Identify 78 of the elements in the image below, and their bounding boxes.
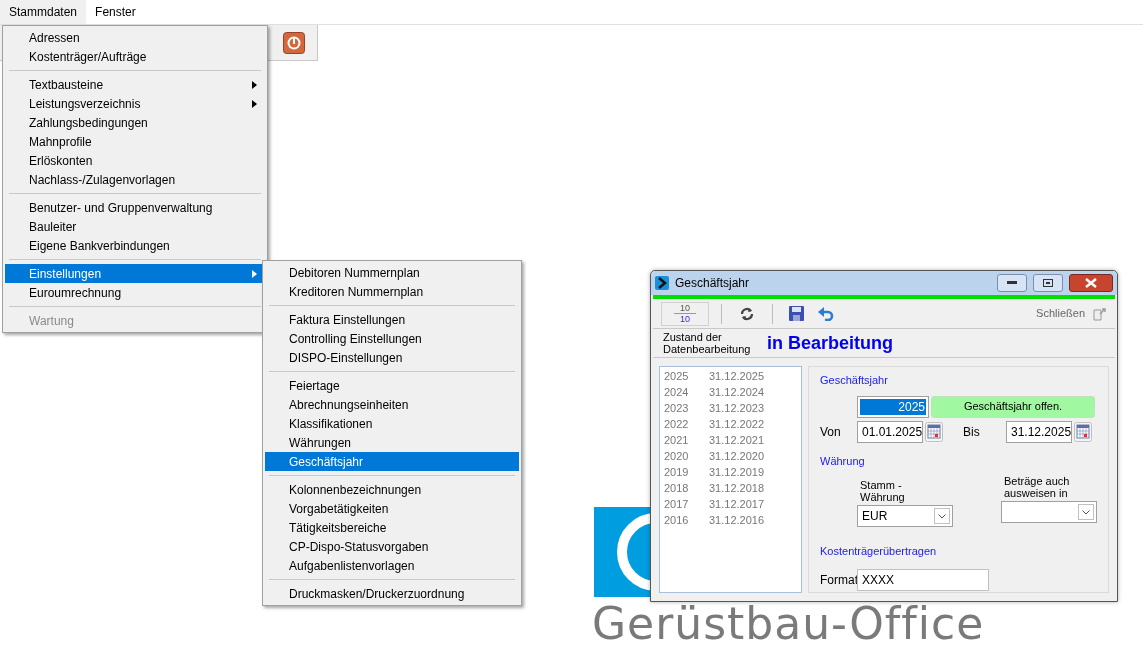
to-label: Bis	[963, 423, 981, 441]
format-field[interactable]: XXXX	[857, 568, 989, 591]
menu-item[interactable]: Abrechnungseinheiten	[265, 395, 519, 414]
close-button[interactable]	[1069, 274, 1113, 292]
menu-bar-item[interactable]: Fenster	[86, 0, 145, 24]
menu-item[interactable]: Zahlungsbedingungen	[5, 113, 265, 132]
field-label: Stamm - Währung	[859, 479, 906, 503]
calendar-icon[interactable]	[1074, 421, 1092, 442]
chevron-down-icon	[938, 513, 946, 519]
menu-item[interactable]: Leistungsverzeichnis	[5, 94, 265, 113]
year-list-row[interactable]: 2016 31.12.2016	[660, 512, 780, 528]
menu-item[interactable]: Tätigkeitsbereiche	[265, 518, 519, 537]
menu-item[interactable]: Klassifikationen	[265, 414, 519, 433]
menu-item[interactable]: Einstellungen	[5, 264, 265, 283]
year-status-badge: Geschäftsjahr offen.	[931, 395, 1095, 418]
menu-item[interactable]: Eigene Bankverbindungen	[5, 236, 265, 255]
menu-item[interactable]: Controlling Einstellungen	[265, 329, 519, 348]
format-label: Format	[820, 571, 857, 589]
menu-item[interactable]: Benutzer- und Gruppenverwaltung	[5, 198, 265, 217]
year-list-row[interactable]: 2018 31.12.2018	[660, 480, 780, 496]
close-text-button[interactable]: Schließen	[1036, 305, 1107, 322]
minimize-button[interactable]	[997, 274, 1027, 292]
menu-item[interactable]: DISPO-Einstellungen	[265, 348, 519, 367]
menu-item[interactable]: Kostenträger/Aufträge	[5, 47, 265, 66]
year-field[interactable]: 2025	[857, 395, 929, 418]
menu-item[interactable]: Erlöskonten	[5, 151, 265, 170]
section-heading: Geschäftsjahr	[820, 373, 889, 388]
year-list-row[interactable]: 2024 31.12.2024	[660, 384, 780, 400]
year-list-row[interactable]: 2017 31.12.2017	[660, 496, 780, 512]
logo-text: Gerüstbau-Office	[592, 598, 985, 650]
menu-item[interactable]: Vorgabetätigkeiten	[265, 499, 519, 518]
exit-icon	[1093, 306, 1107, 321]
menu-item[interactable]: Faktura Einstellungen	[265, 310, 519, 329]
year-list-row[interactable]: 2021 31.12.2021	[660, 432, 780, 448]
menu-item[interactable]: Debitoren Nummernplan	[265, 263, 519, 282]
maximize-button[interactable]	[1033, 274, 1063, 292]
menu-item[interactable]: Bauleiter	[5, 217, 265, 236]
menu-item[interactable]: Aufgabenlistenvorlagen	[265, 556, 519, 575]
dropdown-field[interactable]	[1001, 501, 1097, 523]
status-label: Zustand der Datenbearbeitung	[663, 331, 752, 355]
power-icon[interactable]	[283, 31, 305, 54]
menu-item[interactable]: Feiertage	[265, 376, 519, 395]
year-list-row[interactable]: 2019 31.12.2019	[660, 464, 780, 480]
menu-item[interactable]: Kreditoren Nummernplan	[265, 282, 519, 301]
minimize-icon	[1007, 281, 1017, 285]
menu-item[interactable]: Euroumrechnung	[5, 283, 265, 302]
record-counter: 10 10	[661, 301, 709, 326]
year-list-row[interactable]: 2022 31.12.2022	[660, 416, 780, 432]
date-field[interactable]: 01.01.2025	[857, 420, 923, 443]
field-label: Beträge auch ausweisen in	[1003, 475, 1071, 499]
date-field[interactable]: 31.12.2025	[1006, 420, 1072, 443]
window-title: Geschäftsjahr	[675, 275, 751, 292]
restore-icon	[1043, 279, 1053, 287]
menu-item[interactable]: CP-Dispo-Statusvorgaben	[265, 537, 519, 556]
save-icon[interactable]	[789, 306, 804, 321]
section-heading: Kostenträgerübertragen	[820, 544, 938, 559]
year-list-row[interactable]: 2020 31.12.2020	[660, 448, 780, 464]
app-icon	[655, 276, 669, 290]
menu-item[interactable]: Adressen	[5, 28, 265, 47]
menu-item[interactable]: Textbausteine	[5, 75, 265, 94]
refresh-icon[interactable]	[740, 306, 754, 321]
status-value: in Bearbeitung	[767, 331, 893, 355]
menu-item[interactable]: Geschäftsjahr	[265, 452, 519, 471]
year-list-row[interactable]: 2025 31.12.2025	[660, 368, 780, 384]
menu-bar-item[interactable]: Stammdaten	[0, 0, 87, 24]
chevron-down-icon	[1082, 509, 1090, 515]
dropdown-field[interactable]: EUR	[857, 505, 953, 527]
menu-item[interactable]: Währungen	[265, 433, 519, 452]
undo-icon[interactable]	[818, 306, 834, 321]
from-label: Von	[820, 423, 842, 441]
year-list-row[interactable]: 2023 31.12.2023	[660, 400, 780, 416]
close-icon	[1085, 278, 1097, 288]
calendar-icon[interactable]	[925, 421, 943, 442]
menu-item[interactable]: Kolonnenbezeichnungen	[265, 480, 519, 499]
section-heading: Währung	[820, 453, 866, 469]
menu-item[interactable]: Mahnprofile	[5, 132, 265, 151]
menu-item[interactable]: Druckmasken/Druckerzuordnung	[265, 584, 519, 603]
menu-item[interactable]: Nachlass-/Zulagenvorlagen	[5, 170, 265, 189]
